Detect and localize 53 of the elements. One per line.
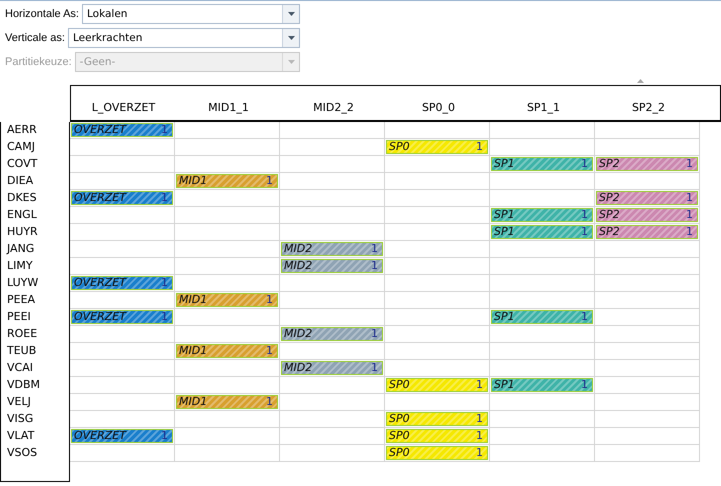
schedule-block[interactable]: SP1 1 — [491, 208, 593, 222]
row-header: JANG — [7, 241, 36, 257]
column-header: SP1_1 — [526, 101, 562, 114]
row-header: PEEI — [7, 309, 32, 325]
schedule-block[interactable]: MID2 1 — [281, 259, 383, 273]
row-header: PEEA — [7, 292, 36, 308]
row-header: CAMJ — [7, 139, 36, 155]
schedule-block[interactable]: SP0 1 — [386, 446, 488, 460]
row-header: AERR — [7, 122, 38, 138]
row-header: VLAT — [7, 428, 36, 444]
row-header: ENGL — [7, 207, 38, 223]
row-header: VDBM — [7, 377, 42, 393]
schedule-block[interactable]: MID2 1 — [281, 242, 383, 256]
field-label: Horizontale As: — [5, 8, 79, 20]
schedule-block[interactable]: SP0 1 — [386, 412, 488, 426]
row-header: ROEE — [7, 326, 38, 342]
schedule-block[interactable]: MID1 1 — [176, 395, 278, 409]
dropdown-field[interactable]: Leerkrachten — [68, 28, 300, 48]
schedule-block[interactable]: SP2 1 — [596, 208, 698, 222]
schedule-block[interactable]: MID2 1 — [281, 327, 383, 341]
row-header: VELJ — [7, 394, 32, 410]
schedule-block[interactable]: SP2 1 — [596, 157, 698, 171]
field-label: Partitiekeuze: — [5, 56, 72, 68]
schedule-block[interactable]: SP1 1 — [491, 157, 593, 171]
schedule-block[interactable]: SP1 1 — [491, 310, 593, 324]
schedule-block[interactable]: SP2 1 — [596, 225, 698, 239]
row-header: HUYR — [7, 224, 39, 240]
schedule-block[interactable]: MID1 1 — [176, 344, 278, 358]
schedule-block[interactable]: MID1 1 — [176, 293, 278, 307]
column-header: MID2_2 — [312, 101, 355, 114]
schedule-block[interactable]: SP0 1 — [386, 140, 488, 154]
row-header: DIEA — [7, 173, 34, 189]
schedule-block[interactable]: MID2 1 — [281, 361, 383, 375]
dropdown-field[interactable]: Lokalen — [82, 4, 300, 24]
row-header: DKES — [7, 190, 38, 206]
schedule-block[interactable]: SP0 1 — [386, 429, 488, 443]
column-header: SP2_2 — [630, 101, 666, 114]
row-header: LIMY — [7, 258, 34, 274]
column-header: MID1_1 — [207, 101, 250, 114]
row-header: TEUB — [7, 343, 38, 359]
schedule-block[interactable]: SP0 1 — [386, 378, 488, 392]
row-header: COVT — [7, 156, 38, 172]
field-label: Verticale as: — [5, 32, 65, 44]
column-header: SP0_0 — [420, 101, 456, 114]
schedule-block[interactable]: SP2 1 — [596, 191, 698, 205]
row-header: LUYW — [7, 275, 40, 291]
row-header: VSOS — [7, 445, 38, 461]
schedule-block[interactable]: SP1 1 — [491, 378, 593, 392]
column-header: L_OVERZET — [90, 101, 156, 114]
schedule-block[interactable]: SP1 1 — [491, 225, 593, 239]
row-header: VISG — [7, 411, 34, 427]
row-header: VCAI — [7, 360, 34, 376]
schedule-block[interactable]: MID1 1 — [176, 174, 278, 188]
